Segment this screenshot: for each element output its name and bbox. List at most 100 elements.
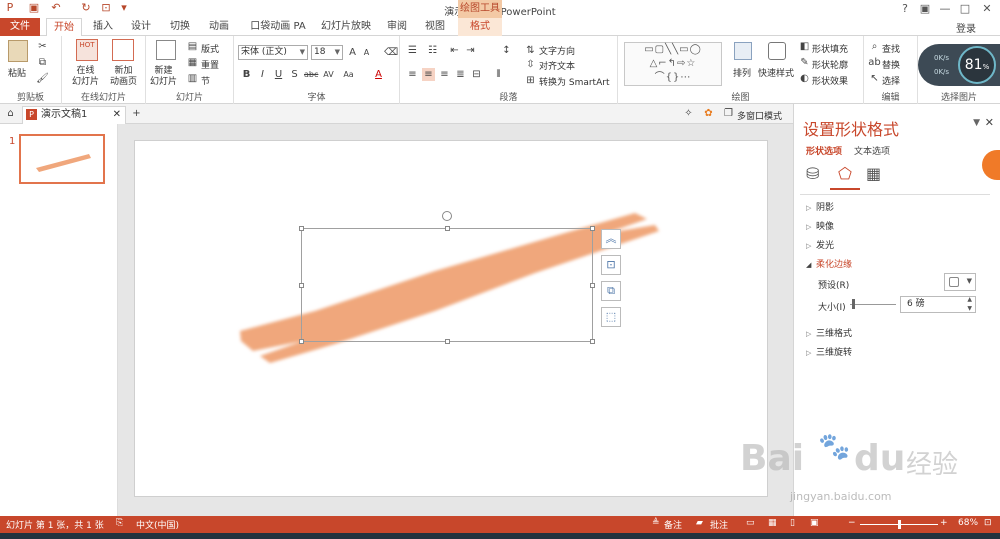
- reset-button[interactable]: 重置: [201, 58, 219, 71]
- slide-sorter-icon[interactable]: ▦: [768, 518, 777, 528]
- resize-handle[interactable]: [590, 339, 595, 344]
- section-shadow[interactable]: ▷ 阴影: [806, 200, 834, 213]
- shape-outline-button[interactable]: 形状轮廓: [812, 58, 848, 71]
- tab-format[interactable]: 格式: [458, 18, 502, 36]
- fill-line-icon[interactable]: ⛁: [806, 164, 819, 183]
- arrange-button[interactable]: 排列: [733, 66, 751, 79]
- online-slides-button[interactable]: 在线 幻灯片: [72, 66, 99, 88]
- tab-view[interactable]: 视图: [420, 18, 450, 36]
- char-spacing-icon[interactable]: AV: [322, 68, 335, 81]
- selection-frame[interactable]: [299, 211, 595, 344]
- font-color-icon[interactable]: A: [372, 68, 385, 81]
- spell-check-icon[interactable]: ⎘: [116, 518, 123, 528]
- align-right-icon[interactable]: ≡: [438, 68, 451, 81]
- size-spinbox[interactable]: 6 磅 ▲ ▼: [900, 296, 976, 313]
- shape-outline-icon[interactable]: ✎: [798, 56, 811, 69]
- layer-shape-icon[interactable]: ⧉: [601, 281, 621, 301]
- network-speed-widget[interactable]: 0K/s 0K/s 81%: [918, 44, 1000, 86]
- floating-badge[interactable]: [982, 150, 1000, 180]
- columns-icon[interactable]: ⫴: [492, 68, 505, 81]
- tab-review[interactable]: 审阅: [382, 18, 412, 36]
- ribbon-display-button[interactable]: ▣: [914, 1, 936, 17]
- select-button[interactable]: 选择: [882, 74, 900, 87]
- align-text-button[interactable]: 对齐文本: [539, 59, 575, 72]
- fit-to-window-icon[interactable]: ⊡: [984, 518, 992, 528]
- size-slider-track[interactable]: [850, 304, 896, 305]
- tab-insert[interactable]: 插入: [88, 18, 118, 36]
- help-button[interactable]: ?: [894, 1, 916, 17]
- tab-pocket-animation[interactable]: 口袋动画 PA: [246, 18, 310, 36]
- italic-icon[interactable]: I: [256, 68, 269, 81]
- multi-window-icon[interactable]: ❐: [722, 107, 735, 120]
- sign-in-link[interactable]: 登录: [956, 20, 976, 35]
- pin-icon[interactable]: ✧: [682, 107, 695, 120]
- shape-fill-button[interactable]: 形状填充: [812, 42, 848, 55]
- section-3d-format[interactable]: ▷ 三维格式: [806, 326, 852, 339]
- zoom-in-button[interactable]: +: [940, 518, 948, 528]
- new-animation-page-button[interactable]: 新加 动画页: [110, 66, 137, 88]
- copy-icon[interactable]: ⧉: [36, 56, 49, 69]
- font-name-combo[interactable]: 宋体 (正文) ▼: [238, 45, 308, 60]
- resize-handle[interactable]: [590, 283, 595, 288]
- reset-icon[interactable]: ▦: [186, 56, 199, 69]
- settings-icon[interactable]: ✿: [702, 107, 715, 120]
- align-shape-icon[interactable]: ⊡: [601, 255, 621, 275]
- notes-button[interactable]: 备注: [664, 518, 682, 531]
- resize-handle[interactable]: [299, 226, 304, 231]
- shapes-gallery[interactable]: ▭▢╲╲▭◯ △⌐↰⇨☆ ⌒{}⋯: [624, 42, 722, 86]
- font-size-combo[interactable]: 18 ▼: [311, 45, 343, 60]
- paste-icon[interactable]: [8, 40, 28, 62]
- rotate-handle-icon[interactable]: [442, 211, 452, 221]
- section-reflection[interactable]: ▷ 映像: [806, 219, 834, 232]
- text-direction-icon[interactable]: ⇅: [524, 44, 537, 57]
- section-icon[interactable]: ▥: [186, 72, 199, 85]
- close-tab-icon[interactable]: ✕: [113, 107, 121, 123]
- resize-handle[interactable]: [445, 339, 450, 344]
- line-spacing-icon[interactable]: ↕: [500, 44, 513, 57]
- close-button[interactable]: ✕: [976, 1, 998, 17]
- language-status[interactable]: 中文(中国): [136, 518, 179, 531]
- spin-arrows-icon[interactable]: ▲ ▼: [967, 295, 972, 313]
- tab-home[interactable]: 开始: [46, 18, 82, 37]
- resize-handle[interactable]: [445, 226, 450, 231]
- document-tab[interactable]: P 演示文稿1 ✕: [22, 106, 126, 124]
- zoom-slider-thumb[interactable]: [898, 520, 901, 529]
- align-center-icon[interactable]: ≡: [422, 68, 435, 81]
- new-tab-button[interactable]: +: [130, 107, 143, 120]
- pane-options-icon[interactable]: ▼: [973, 118, 980, 128]
- slide-thumbnail[interactable]: [19, 134, 105, 184]
- arrange-icon[interactable]: [734, 42, 752, 60]
- format-painter-icon[interactable]: 🖌: [36, 72, 49, 85]
- resize-handle[interactable]: [299, 283, 304, 288]
- collapse-chevron-icon[interactable]: ︽: [601, 229, 621, 249]
- paste-button[interactable]: 粘贴: [8, 66, 26, 79]
- justify-icon[interactable]: ≣: [454, 68, 467, 81]
- bullets-icon[interactable]: ☰: [406, 44, 419, 57]
- find-icon[interactable]: ⌕: [868, 40, 881, 53]
- replace-button[interactable]: 替换: [882, 58, 900, 71]
- comments-icon[interactable]: ▰: [696, 518, 703, 528]
- align-text-icon[interactable]: ⇳: [524, 58, 537, 71]
- increase-indent-icon[interactable]: ⇥: [464, 44, 477, 57]
- select-icon[interactable]: ↖: [868, 72, 881, 85]
- comments-button[interactable]: 批注: [710, 518, 728, 531]
- underline-icon[interactable]: U: [272, 68, 285, 81]
- resize-handle[interactable]: [299, 339, 304, 344]
- reading-view-icon[interactable]: ▯: [790, 518, 795, 528]
- tab-animations[interactable]: 动画: [204, 18, 234, 36]
- convert-smartart-button[interactable]: 转换为 SmartArt: [539, 75, 609, 88]
- new-animation-page-icon[interactable]: [112, 39, 134, 61]
- clear-format-icon[interactable]: ⌫: [384, 46, 398, 59]
- section-soft-edges[interactable]: ◢ 柔化边缘: [806, 257, 852, 270]
- pane-close-icon[interactable]: ✕: [985, 116, 994, 129]
- tab-file[interactable]: 文件: [0, 18, 40, 36]
- align-left-icon[interactable]: ≡: [406, 68, 419, 81]
- minimize-button[interactable]: —: [934, 1, 956, 17]
- decrease-indent-icon[interactable]: ⇤: [448, 44, 461, 57]
- zoom-out-button[interactable]: −: [848, 518, 856, 528]
- home-icon[interactable]: ⌂: [4, 107, 17, 120]
- slide-canvas[interactable]: ︽ ⊡ ⧉ ⬚: [134, 140, 768, 497]
- quick-styles-button[interactable]: 快速样式: [758, 66, 794, 79]
- shape-effects-icon[interactable]: ◐: [798, 72, 811, 85]
- online-slides-icon[interactable]: HOT: [76, 39, 98, 61]
